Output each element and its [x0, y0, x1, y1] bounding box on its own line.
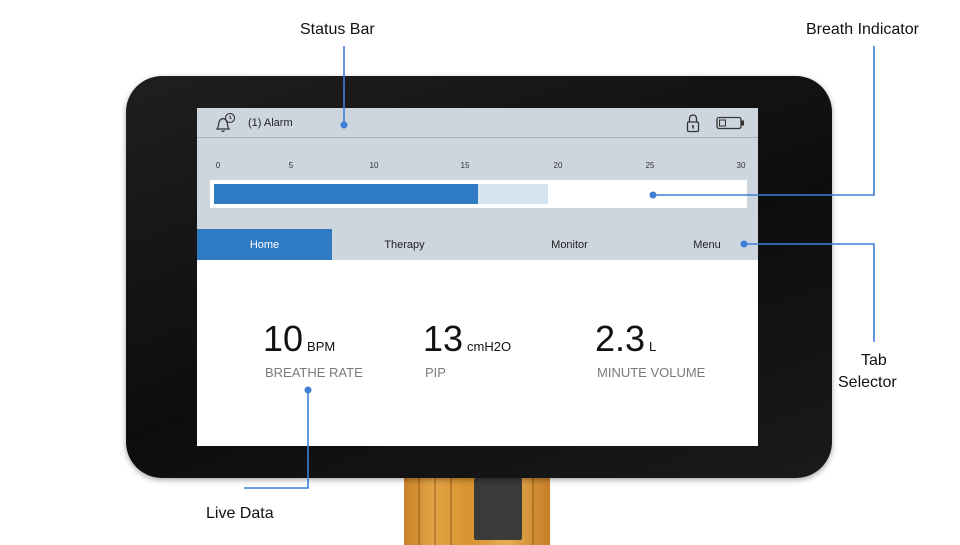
annotation-tab-selector-line1: Tab: [861, 352, 887, 369]
annotation-leader-lines: [244, 46, 875, 489]
annotation-status-bar: Status Bar: [300, 21, 375, 38]
annotation-breath-indicator: Breath Indicator: [806, 21, 919, 38]
annotation-live-data: Live Data: [206, 505, 274, 522]
annotation-tab-selector-line2: Selector: [838, 374, 897, 391]
tab-selector-leader: [744, 243, 875, 342]
breath-indicator-leader: [653, 46, 875, 196]
live-data-leader: [244, 390, 309, 489]
